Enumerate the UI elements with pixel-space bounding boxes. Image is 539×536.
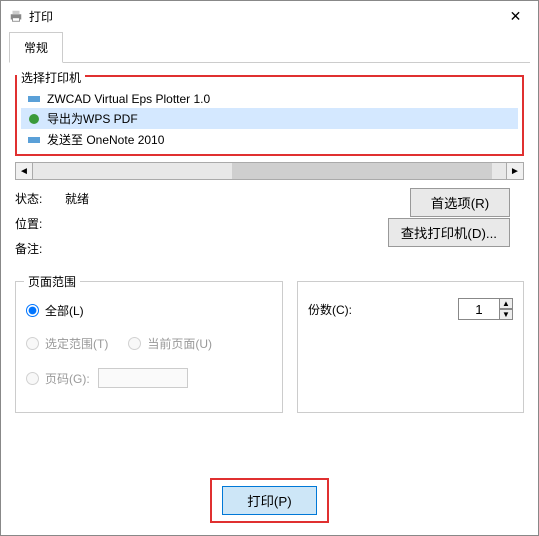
printer-item[interactable]: 发送至 OneNote 2010 — [21, 129, 518, 150]
copies-spinner[interactable]: ▲ ▼ — [499, 298, 513, 320]
tab-general[interactable]: 常规 — [9, 32, 63, 63]
range-all-row[interactable]: 全部(L) — [26, 302, 272, 319]
printer-icon — [9, 9, 23, 23]
range-current-row: 当前页面(U) — [128, 335, 212, 352]
scroll-left-button[interactable]: ◄ — [15, 162, 33, 180]
printer-list-scrollbar[interactable]: ◄ ► — [15, 162, 524, 180]
page-range-fieldset: 页面范围 全部(L) 选定范围(T) 当前页面(U) — [15, 281, 283, 413]
location-label: 位置: — [15, 215, 65, 232]
scroll-track[interactable] — [33, 162, 506, 180]
range-selection-radio — [26, 337, 39, 350]
copies-down-button[interactable]: ▼ — [499, 309, 513, 320]
titlebar: 打印 ✕ — [1, 1, 538, 31]
status-label: 状态: — [15, 190, 65, 207]
print-button-highlight: 打印(P) — [210, 478, 328, 523]
copies-fieldset: 份数(C): ▲ ▼ — [297, 281, 524, 413]
page-number-input — [98, 368, 188, 388]
tab-bar: 常规 — [9, 31, 530, 63]
printer-item[interactable]: 导出为WPS PDF — [21, 108, 518, 129]
printer-name: 导出为WPS PDF — [47, 110, 138, 127]
scroll-thumb[interactable] — [232, 163, 492, 179]
status-row: 状态: 就绪 首选项(R) — [15, 190, 524, 207]
copies-up-button[interactable]: ▲ — [499, 298, 513, 309]
printer-section-highlight: 选择打印机 ZWCAD Virtual Eps Plotter 1.0 导出为W… — [15, 75, 524, 156]
range-selection-row: 选定范围(T) — [26, 335, 108, 352]
printer-list[interactable]: ZWCAD Virtual Eps Plotter 1.0 导出为WPS PDF… — [21, 90, 518, 150]
scroll-right-button[interactable]: ► — [506, 162, 524, 180]
range-pages-radio — [26, 372, 39, 385]
dialog-content: 选择打印机 ZWCAD Virtual Eps Plotter 1.0 导出为W… — [1, 63, 538, 425]
printer-section-label: 选择打印机 — [17, 69, 85, 86]
page-range-legend: 页面范围 — [24, 273, 80, 290]
copies-input[interactable] — [458, 298, 500, 320]
range-current-radio — [128, 337, 141, 350]
print-button[interactable]: 打印(P) — [222, 486, 316, 515]
dialog-footer: 打印(P) — [1, 478, 538, 523]
note-label: 备注: — [15, 240, 65, 257]
plotter-icon — [27, 93, 41, 105]
range-pages-row: 页码(G): — [26, 368, 272, 388]
copies-label: 份数(C): — [308, 301, 458, 318]
printer-name: 发送至 OneNote 2010 — [47, 131, 164, 148]
range-selection-label: 选定范围(T) — [45, 335, 108, 352]
pdf-icon — [27, 113, 41, 125]
printer-name: ZWCAD Virtual Eps Plotter 1.0 — [47, 92, 210, 106]
note-row: 备注: 查找打印机(D)... — [15, 240, 524, 257]
preferences-button[interactable]: 首选项(R) — [410, 188, 510, 217]
lower-section: 页面范围 全部(L) 选定范围(T) 当前页面(U) — [15, 265, 524, 413]
close-button[interactable]: ✕ — [493, 1, 538, 31]
print-dialog: 打印 ✕ 常规 选择打印机 ZWCAD Virtual Eps Plotter … — [0, 0, 539, 536]
find-printer-button[interactable]: 查找打印机(D)... — [388, 218, 510, 247]
range-pages-label: 页码(G): — [45, 370, 90, 387]
printer-item[interactable]: ZWCAD Virtual Eps Plotter 1.0 — [21, 90, 518, 108]
range-current-label: 当前页面(U) — [147, 335, 212, 352]
range-all-label: 全部(L) — [45, 302, 84, 319]
window-title: 打印 — [29, 8, 53, 25]
range-all-radio[interactable] — [26, 304, 39, 317]
onenote-icon — [27, 134, 41, 146]
